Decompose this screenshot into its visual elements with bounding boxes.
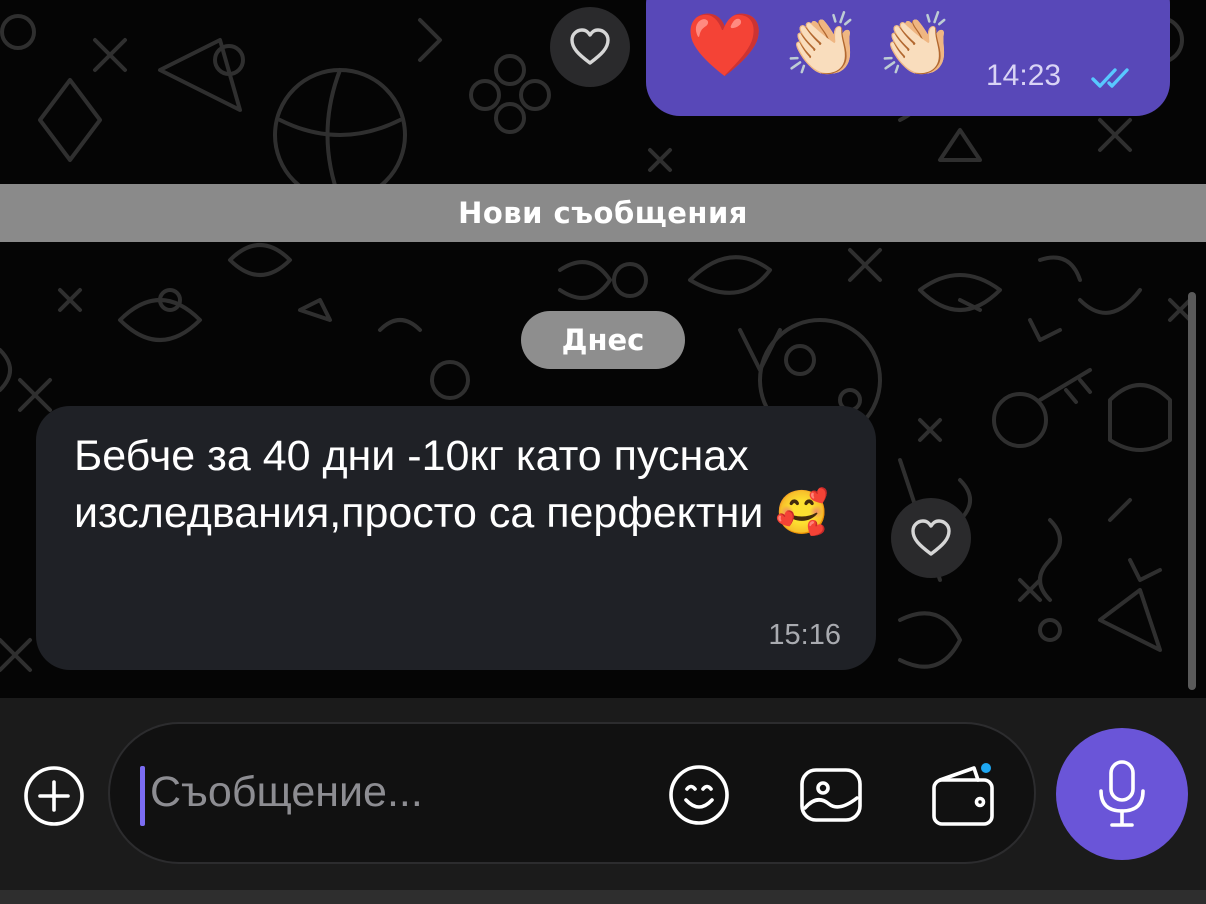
text-cursor — [140, 766, 145, 826]
message-input[interactable]: Съобщение... — [108, 722, 1036, 864]
message-placeholder: Съобщение... — [150, 768, 423, 816]
home-indicator-area — [0, 890, 1206, 904]
voice-message-button[interactable] — [1056, 728, 1188, 860]
clapping-hands-emoji: 👏🏻 — [878, 8, 956, 81]
attach-button[interactable] — [22, 764, 86, 828]
message-time: 15:16 — [768, 619, 841, 651]
clapping-hands-emoji: 👏🏻 — [784, 8, 862, 81]
heart-outline-icon — [911, 519, 951, 556]
date-separator: Днес — [521, 311, 685, 369]
incoming-message-bubble[interactable]: Бебче за 40 дни -10кг като пуснах изслед… — [36, 406, 876, 670]
gallery-icon — [800, 768, 862, 822]
react-heart-button[interactable] — [891, 498, 971, 578]
outgoing-message-bubble[interactable]: ❤️ 👏🏻 👏🏻 14:23 — [646, 0, 1170, 116]
plus-icon — [24, 766, 84, 826]
new-messages-divider: Нови съобщения — [0, 184, 1206, 242]
message-text: Бебче за 40 дни -10кг като пуснах изслед… — [74, 432, 829, 537]
microphone-icon — [1099, 760, 1145, 827]
double-check-read-icon — [1091, 66, 1139, 94]
wallet-icon — [932, 762, 994, 826]
wallet-button[interactable] — [930, 762, 996, 828]
heart-outline-icon — [570, 28, 610, 65]
chat-screen: ❤️ 👏🏻 👏🏻 14:23 Нови съобщения Днес Бебче… — [0, 0, 1206, 904]
message-time: 14:23 — [986, 59, 1062, 92]
emoji-icon — [669, 765, 729, 825]
react-heart-button[interactable] — [550, 7, 630, 87]
emoji-button[interactable] — [666, 762, 732, 828]
gallery-button[interactable] — [798, 762, 864, 828]
heart-emoji: ❤️ — [686, 8, 764, 81]
chat-scrollbar[interactable] — [1188, 292, 1196, 690]
